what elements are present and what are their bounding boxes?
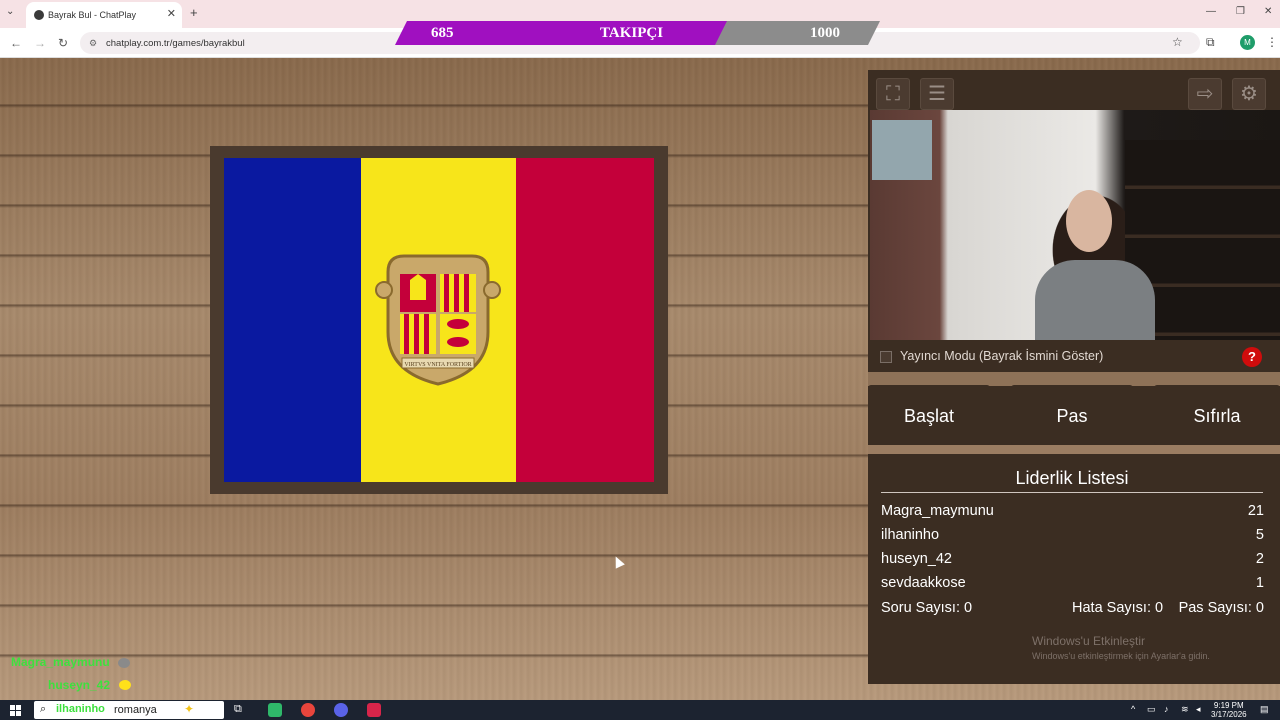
webcam-person-face bbox=[1066, 190, 1112, 252]
sparkle-icon: ✦ bbox=[184, 702, 195, 716]
windows-start-icon[interactable] bbox=[10, 705, 21, 716]
pass-count: Pas Sayısı: 0 bbox=[1178, 600, 1264, 616]
chat-message: romanya bbox=[114, 704, 157, 716]
taskbar-search[interactable]: ⌕ ilhaninho romanya ✦ bbox=[34, 701, 224, 719]
leaderboard-divider bbox=[881, 492, 1263, 493]
follower-count: 685 bbox=[431, 25, 454, 41]
player-name: huseyn_42 bbox=[881, 551, 952, 567]
list-icon[interactable]: ☰ bbox=[920, 78, 954, 110]
fullscreen-icon[interactable]: ⛶ bbox=[876, 78, 910, 110]
start-button[interactable]: Başlat bbox=[868, 385, 990, 445]
discord-icon[interactable] bbox=[334, 703, 348, 717]
follower-goal-bar: 685 TAKIPÇI 1000 bbox=[395, 21, 880, 45]
tray-chevron-icon[interactable]: ^ bbox=[1131, 704, 1135, 714]
chatplay-favicon-icon bbox=[34, 10, 44, 20]
chat-emote-icon bbox=[118, 658, 130, 668]
task-view-icon[interactable]: ⧉ bbox=[234, 703, 248, 717]
notification-icon[interactable]: ▤ bbox=[1260, 704, 1269, 715]
streamer-mode-checkbox[interactable] bbox=[880, 351, 892, 363]
player-score: 1 bbox=[1255, 575, 1264, 591]
pass-button[interactable]: Pas bbox=[1011, 385, 1133, 445]
streamer-mode-label: Yayıncı Modu (Bayrak İsmini Göster) bbox=[900, 349, 1104, 363]
chat-user: huseyn_42 bbox=[48, 678, 111, 692]
reset-button[interactable]: Sıfırla bbox=[1154, 385, 1280, 445]
flag-image: VIRTVS VNITA FORTIOR bbox=[224, 158, 654, 482]
follower-goal-target: 1000 bbox=[810, 25, 840, 41]
leaderboard: Liderlik Listesi Magra_maymunu 21 ilhani… bbox=[868, 454, 1280, 684]
chat-user: Magra_maymunu bbox=[11, 655, 110, 669]
control-panel: ⛶ ☰ ⇨ ⚙ Yayıncı Modu (Bayrak İsmini Göst… bbox=[868, 70, 1280, 684]
flag-stripe-blue bbox=[224, 158, 361, 482]
tab-close-icon[interactable]: ✕ bbox=[167, 7, 176, 20]
extensions-icon[interactable]: ⧉ bbox=[1206, 35, 1215, 50]
help-icon[interactable]: ? bbox=[1242, 347, 1262, 367]
windows-activation-title: Windows'u Etkinleştir bbox=[1032, 634, 1145, 648]
panel-gap bbox=[868, 372, 1280, 386]
follower-label: TAKIPÇI bbox=[600, 25, 664, 41]
player-score: 5 bbox=[1255, 527, 1264, 543]
tab-search-icon[interactable]: ⌄ bbox=[6, 6, 14, 17]
new-tab-icon[interactable]: + bbox=[190, 5, 198, 20]
leaderboard-row: Magra_maymunu 21 bbox=[881, 500, 1264, 524]
site-info-icon[interactable]: ⚙ bbox=[89, 38, 97, 49]
follower-goal-remaining bbox=[707, 21, 880, 45]
game-stats: Soru Sayısı: 0 Hata Sayısı: 0 Pas Sayısı… bbox=[881, 600, 1264, 620]
flag-stripe-yellow: VIRTVS VNITA FORTIOR bbox=[361, 158, 516, 482]
window-close-icon[interactable]: ✕ bbox=[1264, 6, 1272, 17]
url-text: chatplay.com.tr/games/bayrakbul bbox=[106, 38, 245, 49]
app-icon-red[interactable] bbox=[367, 703, 381, 717]
player-name: Magra_maymunu bbox=[881, 503, 994, 519]
coat-of-arms-icon: VIRTVS VNITA FORTIOR bbox=[375, 254, 501, 386]
tray-network-icon[interactable]: ▭ bbox=[1147, 704, 1156, 715]
windows-activation-text: Windows'u etkinleştirmek için Ayarlar'a … bbox=[1032, 651, 1210, 661]
coat-motto: VIRTVS VNITA FORTIOR bbox=[404, 362, 471, 368]
back-icon[interactable]: ← bbox=[10, 36, 22, 50]
clock-time: 9:19 PM bbox=[1213, 701, 1244, 710]
chat-emote-icon bbox=[119, 680, 131, 690]
tray-wifi-icon[interactable]: ≋ bbox=[1181, 704, 1189, 715]
leaderboard-title: Liderlik Listesi bbox=[1015, 468, 1129, 488]
clock-date: 3/17/2026 bbox=[1211, 710, 1247, 719]
leaderboard-row: sevdaakkose 1 bbox=[881, 572, 1264, 596]
webcam-person-body bbox=[1035, 260, 1155, 340]
tray-volume-icon[interactable]: ◂ bbox=[1196, 704, 1201, 715]
chat-user: ilhaninho bbox=[56, 703, 105, 715]
chrome-icon[interactable] bbox=[301, 703, 315, 717]
settings-gear-icon[interactable]: ⚙ bbox=[1232, 78, 1266, 110]
reload-icon[interactable]: ↻ bbox=[58, 36, 68, 50]
leaderboard-row: ilhaninho 5 bbox=[881, 524, 1264, 548]
browser-menu-icon[interactable]: ⋮ bbox=[1266, 35, 1278, 49]
bookmark-star-icon[interactable]: ☆ bbox=[1172, 35, 1183, 49]
player-name: sevdaakkose bbox=[881, 575, 966, 591]
profile-avatar[interactable]: M bbox=[1240, 35, 1255, 50]
question-count: Soru Sayısı: 0 bbox=[881, 600, 973, 616]
flag-stripe-red bbox=[516, 158, 654, 482]
minimize-icon[interactable]: — bbox=[1206, 6, 1216, 17]
app-icon-green[interactable] bbox=[268, 703, 282, 717]
windows-taskbar: ⌕ ilhaninho romanya ✦ ⧉ ^ ▭ ♪ ≋ ◂ 9:19 P… bbox=[0, 700, 1280, 720]
tray-mic-icon[interactable]: ♪ bbox=[1164, 704, 1169, 714]
player-name: ilhaninho bbox=[881, 527, 940, 543]
forward-icon[interactable]: → bbox=[34, 36, 46, 50]
taskbar-clock[interactable]: 9:19 PM 3/17/2026 bbox=[1211, 701, 1247, 719]
leaderboard-row: huseyn_42 2 bbox=[881, 548, 1264, 572]
exit-icon[interactable]: ⇨ bbox=[1188, 78, 1222, 110]
tab-title: Bayrak Bul - ChatPlay bbox=[48, 10, 137, 20]
webcam-feed bbox=[870, 110, 1280, 340]
maximize-icon[interactable]: ❐ bbox=[1236, 6, 1245, 17]
browser-tab[interactable]: Bayrak Bul - ChatPlay ✕ bbox=[26, 2, 182, 28]
player-score: 2 bbox=[1255, 551, 1264, 567]
search-icon: ⌕ bbox=[40, 703, 47, 715]
error-count: Hata Sayısı: 0 bbox=[1072, 600, 1164, 616]
webcam-window-area bbox=[872, 120, 932, 180]
flag-frame: VIRTVS VNITA FORTIOR bbox=[210, 146, 668, 494]
player-score: 21 bbox=[1247, 503, 1264, 519]
streamer-mode-row: Yayıncı Modu (Bayrak İsmini Göster) ? bbox=[868, 342, 1280, 372]
